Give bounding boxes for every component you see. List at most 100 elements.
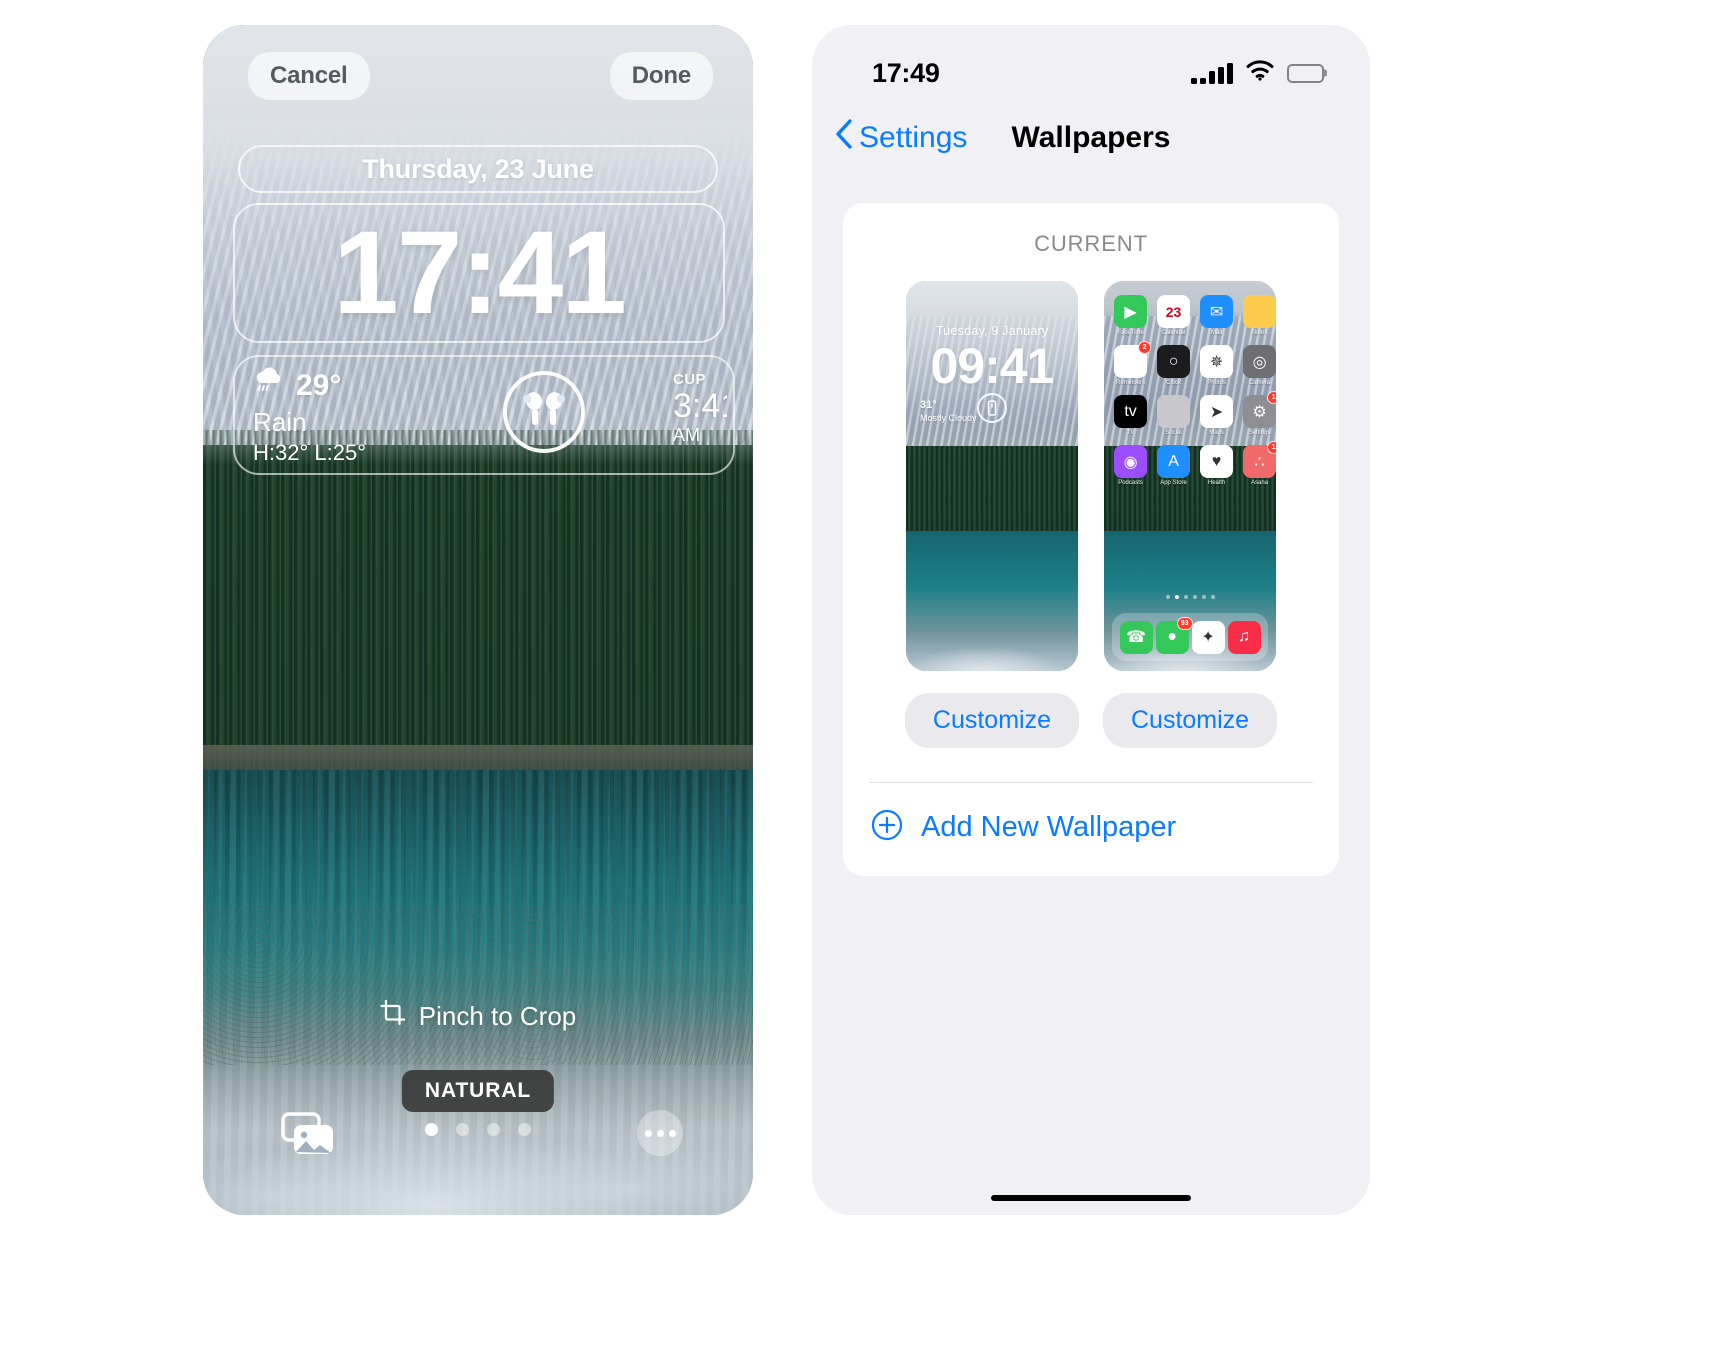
- app-icon-reminders[interactable]: 2 Reminders: [1114, 341, 1152, 386]
- camera-icon: ◎: [1243, 345, 1277, 378]
- crop-icon: [380, 999, 406, 1033]
- more-options-button[interactable]: [637, 1110, 683, 1156]
- airpods-battery-widget[interactable]: [503, 371, 585, 453]
- app-label: Mail: [1211, 330, 1223, 336]
- podcasts-icon: ◉: [1114, 445, 1148, 478]
- page-dot-1[interactable]: [425, 1123, 438, 1136]
- home-indicator[interactable]: [991, 1195, 1191, 1201]
- app-icon-maps[interactable]: ➤ Maps: [1200, 395, 1234, 436]
- music-icon: ♫: [1227, 620, 1261, 654]
- status-bar: 17:49: [812, 25, 1370, 103]
- weather-temp: 29°: [296, 369, 342, 402]
- widget-row[interactable]: 29° Rain H:32° L:25° CUP 3:41 AM: [233, 355, 735, 475]
- current-wallpaper-card: CURRENT Tuesday, 9 January 09:41 31° Mos…: [843, 203, 1339, 876]
- status-icons: [1191, 60, 1327, 86]
- app-icon-tv[interactable]: tv TV: [1114, 395, 1148, 436]
- world-clock-city: CUP: [673, 371, 706, 388]
- app-icon-calendar[interactable]: 23 Calendar: [1157, 295, 1191, 336]
- app-icon-facetime[interactable]: ▶ FaceTime: [1114, 295, 1148, 336]
- notification-badge: 1: [1267, 441, 1277, 454]
- page-title: Wallpapers: [1011, 121, 1171, 154]
- world-clock-widget[interactable]: CUP 3:41 AM: [673, 371, 727, 446]
- cloud-rain-icon: [253, 367, 287, 405]
- app-icon-photos[interactable]: ✵ Photos: [1200, 345, 1234, 386]
- cancel-button[interactable]: Cancel: [248, 52, 370, 100]
- app-icon-health[interactable]: ♥ Health: [1200, 445, 1234, 486]
- done-button[interactable]: Done: [609, 52, 713, 100]
- lock-screen-editor-phone: Cancel Done Thursday, 23 June 17:41 29° …: [203, 25, 753, 1215]
- appletv-icon: tv: [1114, 395, 1148, 428]
- wallpaper-thumbnails: Tuesday, 9 January 09:41 31° Mostly Clou…: [843, 281, 1339, 748]
- app-icon-clock[interactable]: ○ Clock: [1157, 345, 1191, 386]
- page-dot-4[interactable]: [518, 1123, 531, 1136]
- thumb-weather-temp: 31°: [919, 399, 937, 411]
- maps-icon: ➤: [1200, 395, 1234, 428]
- weather-high-low: H:32° L:25°: [253, 440, 366, 465]
- ellipsis-icon: [656, 1129, 664, 1137]
- notification-badge: 1: [1267, 391, 1277, 404]
- thumb-foam: [905, 611, 1078, 671]
- app-icon-asana[interactable]: ∴ 1 Asana: [1243, 441, 1277, 486]
- date-widget[interactable]: Thursday, 23 June: [238, 145, 718, 193]
- app-icon-music[interactable]: ♫: [1227, 620, 1261, 654]
- plus-circle-icon: [871, 809, 903, 846]
- phone-icon: ☎: [1119, 620, 1153, 654]
- clock-icon: ○: [1157, 345, 1191, 378]
- flashlight-icon[interactable]: [976, 393, 1007, 423]
- weather-condition: Rain: [253, 407, 307, 437]
- app-icon-notes[interactable]: Notes: [1243, 295, 1277, 336]
- photo-library-button[interactable]: [281, 1112, 335, 1154]
- app-icon-phone[interactable]: ☎: [1119, 620, 1153, 654]
- thumb-weather-condition: Mostly Cloudy: [919, 412, 977, 423]
- page-dot-3[interactable]: [487, 1123, 500, 1136]
- home-screen-page-dots[interactable]: [1104, 595, 1276, 599]
- home-screen-thumbnail[interactable]: ▶ FaceTime 23 Calendar ✉ Mail Notes 2 Reminders ○…: [1104, 281, 1277, 671]
- add-new-wallpaper-label: Add New Wallpaper: [921, 811, 1177, 843]
- customize-lock-screen-button[interactable]: Customize: [904, 693, 1079, 748]
- app-label: App Store: [1160, 480, 1187, 486]
- app-label: Maps: [1209, 430, 1224, 436]
- add-new-wallpaper-row[interactable]: Add New Wallpaper: [843, 783, 1339, 876]
- notes-icon: [1243, 295, 1277, 328]
- app-label: Settings: [1248, 430, 1271, 436]
- app-label: Clock: [1166, 380, 1182, 386]
- ellipsis-icon: [644, 1129, 652, 1137]
- notification-badge: 2: [1138, 341, 1152, 354]
- thumb-lock-weather: 31° Mostly Cloudy: [920, 399, 977, 424]
- pinch-hint-label: Pinch to Crop: [418, 1001, 577, 1031]
- home-screen-app-grid: ▶ FaceTime 23 Calendar ✉ Mail Notes 2 Reminders ○…: [1114, 295, 1277, 486]
- lock-screen-thumb-column: Tuesday, 9 January 09:41 31° Mostly Clou…: [904, 281, 1079, 748]
- lock-screen-thumbnail[interactable]: Tuesday, 9 January 09:41 31° Mostly Clou…: [905, 281, 1078, 671]
- app-icon-settings[interactable]: ⚙ 1 Settings: [1243, 391, 1277, 436]
- clock-time: 17:41: [333, 207, 627, 339]
- app-icon-safari[interactable]: ✦: [1191, 620, 1225, 654]
- app-icon-podcasts[interactable]: ◉ Podcasts: [1114, 445, 1148, 486]
- page-dot-2[interactable]: [456, 1123, 469, 1136]
- app-icon-app-store[interactable]: A App Store: [1157, 445, 1191, 486]
- photos-icon: ✵: [1200, 345, 1234, 378]
- app-label: Reminders: [1116, 380, 1146, 386]
- app-icon-social[interactable]: Social: [1157, 395, 1191, 436]
- health-icon: ♥: [1200, 445, 1234, 478]
- home-screen-dock: ☎ ● 93 ✦ ♫: [1112, 613, 1269, 661]
- pinch-to-crop-hint: Pinch to Crop: [203, 999, 753, 1033]
- app-icon-messages[interactable]: ● 93: [1155, 616, 1193, 654]
- navigation-bar: Settings Wallpapers: [812, 103, 1370, 173]
- thumb-lock-date: Tuesday, 9 January: [935, 323, 1049, 338]
- page-dots[interactable]: [425, 1123, 531, 1136]
- date-widget-label: Thursday, 23 June: [362, 153, 594, 184]
- app-label: Calendar: [1161, 330, 1186, 336]
- calendar-icon: 23: [1157, 295, 1191, 328]
- app-label: FaceTime: [1117, 330, 1144, 336]
- app-label: Notes: [1251, 330, 1268, 336]
- app-icon-mail[interactable]: ✉ Mail: [1200, 295, 1234, 336]
- app-icon-camera[interactable]: ◎ Camera: [1243, 345, 1277, 386]
- app-label: Podcasts: [1118, 480, 1143, 486]
- wifi-icon: [1246, 60, 1274, 86]
- forest-layer: [203, 445, 753, 775]
- clock-widget[interactable]: 17:41: [233, 203, 725, 343]
- weather-widget[interactable]: 29° Rain H:32° L:25°: [253, 367, 453, 466]
- customize-home-screen-button[interactable]: Customize: [1103, 693, 1278, 748]
- ellipsis-icon: [668, 1129, 676, 1137]
- style-badge[interactable]: NATURAL: [401, 1070, 555, 1112]
